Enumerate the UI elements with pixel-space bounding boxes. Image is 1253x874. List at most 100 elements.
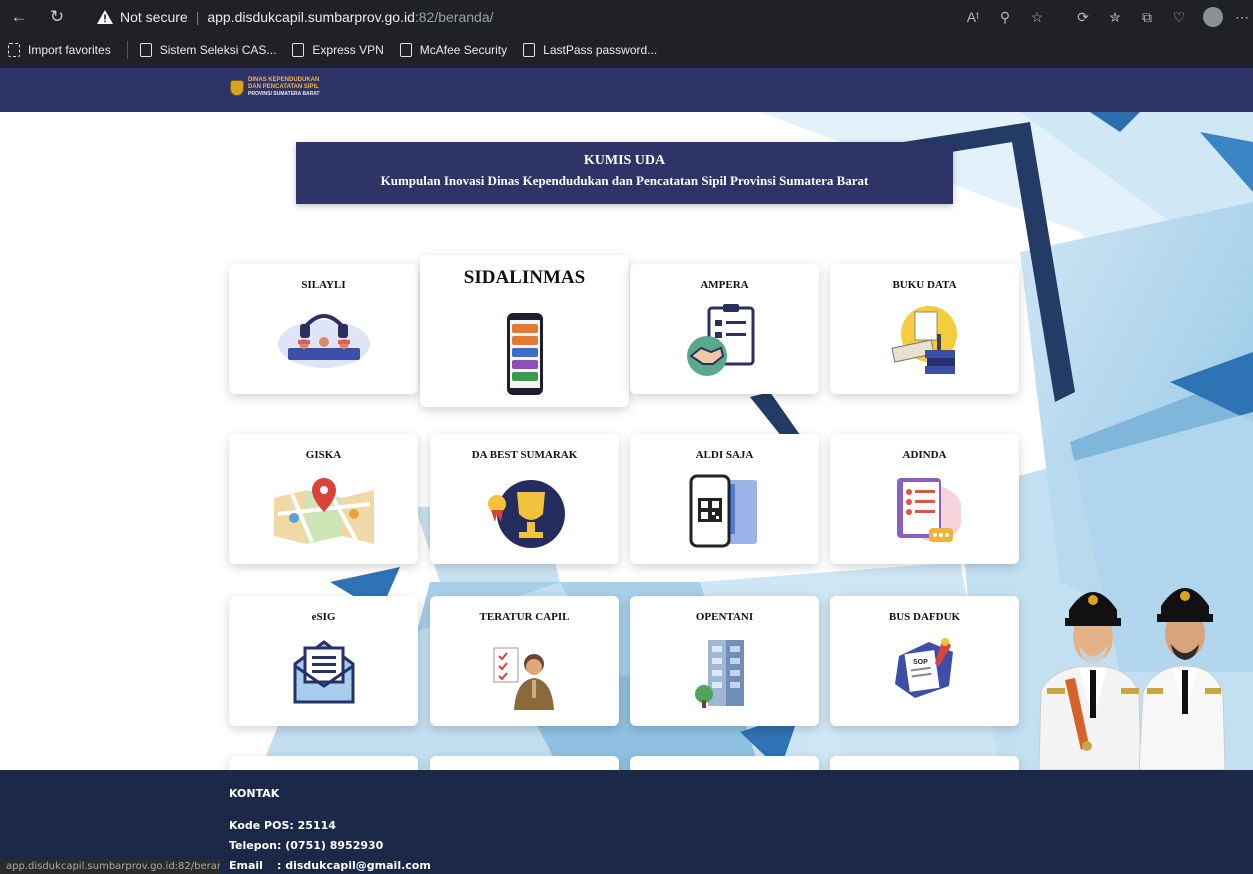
extensions-icon[interactable]: ⟳ xyxy=(1067,0,1099,34)
favorite-star-icon[interactable]: ☆ xyxy=(1021,0,1053,34)
url-path[interactable]: :82/beranda/ xyxy=(415,9,494,25)
profile-avatar[interactable] xyxy=(1203,7,1223,27)
card-da-best-sumarak[interactable]: DA BEST SUMARAK xyxy=(430,434,619,564)
card-partial[interactable] xyxy=(830,756,1019,770)
toolbar-actions: Aᵗ ⚲ ☆ ⟳ ✮ ⧉ ♡ ⋯ xyxy=(957,0,1253,34)
page-icon xyxy=(139,43,152,57)
logo-line: PROVINSI SUMATERA BARAT xyxy=(248,91,320,97)
kodepos-label: Kode POS xyxy=(229,819,290,832)
read-aloud-icon[interactable]: Aᵗ xyxy=(957,0,989,34)
card-adinda[interactable]: ADINDA xyxy=(830,434,1019,564)
health-icon[interactable]: ♡ xyxy=(1163,0,1195,34)
card-title: GISKA xyxy=(305,449,342,461)
address-bar[interactable]: Not secure | app.disdukcapil.sumbarprov.… xyxy=(90,4,920,30)
footer-kodepos: Kode POS : 25114 xyxy=(229,819,336,832)
card-title: eSIG xyxy=(311,611,336,623)
kodepos-value: : 25114 xyxy=(289,819,336,832)
browser-status-url: app.disdukcapil.sumbarprov.go.id:82/bera… xyxy=(0,860,220,874)
footer-telepon: Telepon : (0751) 8952930 xyxy=(229,839,383,852)
card-title: OPENTANI xyxy=(695,611,754,623)
email-value[interactable]: : disdukcapil@gmail.com xyxy=(277,859,431,872)
qr-phone-icon xyxy=(689,474,757,548)
back-icon[interactable]: ← xyxy=(4,2,34,32)
page-icon xyxy=(292,43,305,57)
zoom-icon[interactable]: ⚲ xyxy=(989,0,1021,34)
sop-document-icon: SOP xyxy=(894,638,953,698)
address-separator: | xyxy=(195,9,200,25)
card-ampera[interactable]: AMPERA xyxy=(630,264,819,394)
site-footer: KONTAK Kode POS : 25114 Telepon : (0751)… xyxy=(0,770,1253,874)
bookmark-label: Sistem Seleksi CAS... xyxy=(159,43,277,57)
card-teratur-capil[interactable]: TERATUR CAPIL xyxy=(430,596,619,726)
card-giska[interactable]: GISKA xyxy=(229,434,418,564)
refresh-icon[interactable]: ↻ xyxy=(42,2,72,32)
card-opentani[interactable]: OPENTANI xyxy=(630,596,819,726)
banner-title: KUMIS UDA xyxy=(583,153,666,168)
warning-icon xyxy=(96,8,114,26)
card-buku-data[interactable]: BUKU DATA xyxy=(830,264,1019,394)
books-icon xyxy=(890,306,957,374)
import-icon xyxy=(8,43,20,57)
site-header: DINAS KEPENDUDUKAN DAN PENCATATAN SIPIL … xyxy=(0,66,1253,112)
building-icon xyxy=(694,640,744,708)
bookmark-label: McAfee Security xyxy=(419,43,508,57)
bookmark-item[interactable]: McAfee Security xyxy=(399,43,508,57)
browser-toolbar: ← ↻ Not secure | app.disdukcapil.sumbarp… xyxy=(0,0,1253,34)
emblem-icon xyxy=(230,79,244,96)
card-title: ADINDA xyxy=(902,449,947,461)
telepon-label: Telepon xyxy=(229,839,277,852)
trophy-icon xyxy=(487,480,565,548)
email-label: Email xyxy=(229,859,263,872)
collections-icon[interactable]: ⧉ xyxy=(1131,0,1163,34)
page-icon xyxy=(523,43,536,57)
card-silayli[interactable]: SILAYLI xyxy=(229,264,418,394)
banner-subtitle: Kumpulan Inovasi Dinas Kependudukan dan … xyxy=(380,173,869,188)
mobile-app-icon xyxy=(506,313,543,395)
bookmark-item[interactable]: Sistem Seleksi CAS... xyxy=(139,43,277,57)
favorites-list-icon[interactable]: ✮ xyxy=(1099,0,1131,34)
bookmark-divider xyxy=(126,41,128,59)
card-title: SILAYLI xyxy=(301,279,346,291)
more-icon[interactable]: ⋯ xyxy=(1231,0,1253,34)
card-title: SIDALINMAS xyxy=(463,267,586,288)
card-title: TERATUR CAPIL xyxy=(479,611,570,623)
card-partial[interactable] xyxy=(630,756,819,770)
page-banner: KUMIS UDA Kumpulan Inovasi Dinas Kependu… xyxy=(296,142,953,204)
officials-photo xyxy=(1038,588,1225,770)
envelope-icon xyxy=(293,640,354,704)
card-title: DA BEST SUMARAK xyxy=(471,449,578,461)
card-partial[interactable] xyxy=(430,756,619,770)
footer-email: Email : disdukcapil@gmail.com xyxy=(229,859,431,872)
bookmarks-bar: Import favorites Sistem Seleksi CAS... E… xyxy=(0,34,1253,66)
card-partial[interactable] xyxy=(229,756,418,770)
footer-title: KONTAK xyxy=(229,787,280,800)
logo-text: DINAS KEPENDUDUKAN DAN PENCATATAN SIPIL … xyxy=(248,77,320,98)
security-label[interactable]: Not secure xyxy=(120,9,188,25)
bookmark-item[interactable]: LastPass password... xyxy=(523,43,657,57)
card-title: BUKU DATA xyxy=(892,279,957,291)
call-center-icon xyxy=(277,314,370,368)
telepon-value: : (0751) 8952930 xyxy=(277,839,384,852)
card-title: BUS DAFDUK xyxy=(888,611,961,623)
svg-text:SOP: SOP xyxy=(913,659,928,666)
card-sidalinmas[interactable]: SIDALINMAS xyxy=(420,255,629,407)
logo-line: DINAS KEPENDUDUKAN xyxy=(248,77,320,83)
bookmark-label: LastPass password... xyxy=(543,43,658,57)
bookmark-item[interactable]: Express VPN xyxy=(292,43,384,57)
logo-line: DAN PENCATATAN SIPIL xyxy=(248,84,319,90)
bookmark-import-favorites[interactable]: Import favorites xyxy=(8,43,111,57)
card-esig[interactable]: eSIG xyxy=(229,596,418,726)
site-logo[interactable]: DINAS KEPENDUDUKAN DAN PENCATATAN SIPIL … xyxy=(230,77,320,98)
bookmark-label: Express VPN xyxy=(312,43,384,57)
officer-icon xyxy=(493,647,554,710)
notebook-icon xyxy=(896,478,961,542)
card-aldi-saja[interactable]: ALDI SAJA xyxy=(630,434,819,564)
handshake-checklist-icon xyxy=(686,304,754,376)
map-pin-icon xyxy=(273,478,374,544)
card-title: ALDI SAJA xyxy=(695,449,754,461)
url-host[interactable]: app.disdukcapil.sumbarprov.go.id xyxy=(207,9,415,25)
card-title: AMPERA xyxy=(700,279,749,291)
card-bus-dafduk[interactable]: BUS DAFDUK SOP xyxy=(830,596,1019,726)
bookmark-label: Import favorites xyxy=(28,43,111,57)
main-content: KUMIS UDA Kumpulan Inovasi Dinas Kependu… xyxy=(0,112,1253,770)
